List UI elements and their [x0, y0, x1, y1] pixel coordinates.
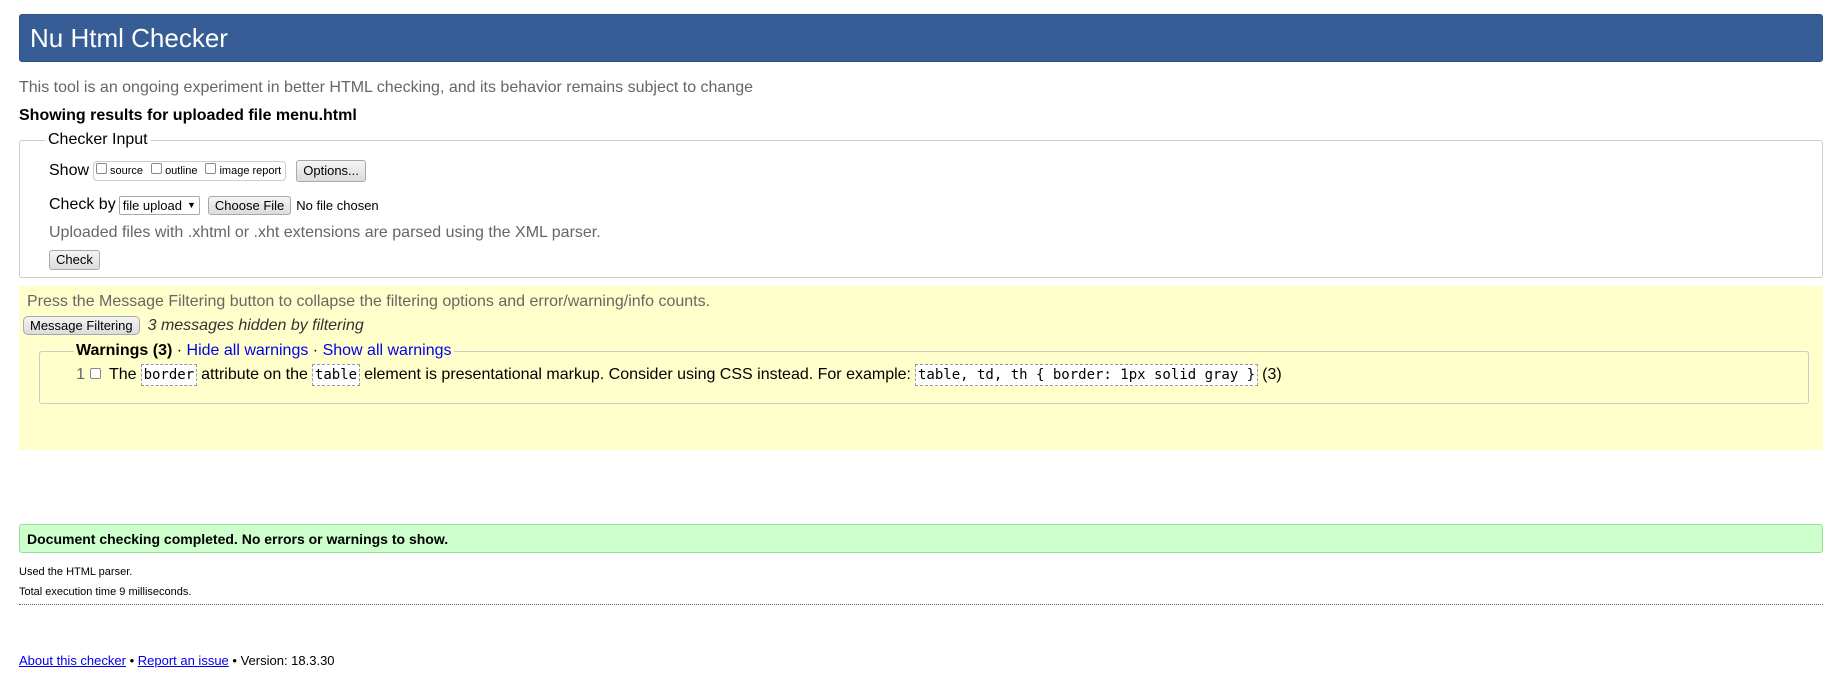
warnings-legend: Warnings (3) · Hide all warnings · Show … — [74, 342, 454, 360]
message-filtering-button[interactable]: Message Filtering — [23, 316, 140, 335]
success-message: Document checking completed. No errors o… — [19, 524, 1823, 553]
warning-code-table: table — [311, 364, 361, 386]
warning-number: 1 — [76, 366, 85, 383]
legend-separator: · — [308, 342, 323, 359]
checker-input-fieldset: Checker Input Show source outline image … — [19, 131, 1823, 278]
showing-results-text: Showing results for uploaded file menu.h… — [19, 107, 357, 124]
intro-text: This tool is an ongoing experiment in be… — [19, 79, 754, 96]
check-button-row: Check — [49, 250, 1794, 270]
warning-checkbox[interactable] — [90, 367, 101, 379]
show-image-report-checkbox[interactable] — [205, 162, 217, 174]
checker-input-legend: Checker Input — [48, 131, 148, 148]
page-title: Nu Html Checker — [30, 22, 228, 53]
show-all-warnings-link[interactable]: Show all warnings — [323, 342, 452, 359]
warning-text-part: element is presentational markup. Consid… — [364, 366, 911, 383]
warning-count: (3) — [1262, 366, 1282, 383]
warnings-fieldset: Warnings (3) · Hide all warnings · Show … — [39, 342, 1809, 404]
execution-stats: Used the HTML parser. Total execution ti… — [19, 562, 191, 602]
show-outline-checkbox[interactable] — [151, 162, 163, 174]
options-button[interactable]: Options... — [296, 160, 366, 182]
chevron-down-icon: ▼ — [186, 200, 196, 210]
show-source-checkbox[interactable] — [96, 162, 108, 174]
show-outline-option[interactable]: outline — [151, 162, 198, 177]
warning-item: 1 The border attribute on the table elem… — [65, 364, 1798, 386]
show-image-report-label: image report — [219, 165, 282, 177]
show-row: Show source outline image report Options… — [49, 159, 1794, 183]
filtering-row: Message Filtering 3 messages hidden by f… — [23, 316, 1803, 335]
warnings-title: Warnings (3) — [76, 342, 173, 359]
show-outline-label: outline — [165, 165, 198, 177]
show-source-label: source — [110, 165, 144, 177]
header-banner: Nu Html Checker — [19, 14, 1823, 62]
parser-info: Used the HTML parser. — [19, 566, 133, 578]
check-by-row: Check by file upload ▼ Choose File No fi… — [49, 194, 1794, 216]
warning-text-part: attribute on the — [201, 366, 308, 383]
page: Nu Html Checker This tool is an ongoing … — [19, 14, 1823, 450]
filtering-instructions: Press the Message Filtering button to co… — [27, 293, 711, 310]
xml-parser-hint: Uploaded files with .xhtml or .xht exten… — [49, 224, 601, 241]
hidden-messages-count: 3 messages hidden by filtering — [147, 316, 364, 334]
check-by-selected-value: file upload — [122, 197, 182, 213]
legend-separator: · — [172, 342, 187, 359]
footer-bullet: • — [125, 653, 138, 668]
choose-file-button[interactable]: Choose File — [207, 195, 292, 215]
report-issue-link[interactable]: Report an issue — [138, 653, 229, 668]
message-filtering-panel: Press the Message Filtering button to co… — [19, 286, 1823, 450]
show-options-group: source outline image report — [93, 161, 287, 181]
show-source-option[interactable]: source — [96, 162, 144, 177]
check-by-select[interactable]: file upload ▼ — [118, 195, 200, 215]
footer: About this checker • Report an issue • V… — [19, 653, 335, 668]
warning-code-border: border — [140, 364, 198, 386]
check-by-label: Check by — [49, 196, 116, 213]
version-text: Version: 18.3.30 — [240, 653, 335, 668]
about-checker-link[interactable]: About this checker — [19, 653, 126, 668]
show-label: Show — [49, 162, 90, 179]
warning-code-example: table, td, th { border: 1px solid gray } — [915, 364, 1259, 386]
footer-bullet: • — [228, 653, 241, 668]
no-file-chosen-text: No file chosen — [296, 197, 379, 213]
divider — [19, 604, 1823, 605]
check-button[interactable]: Check — [49, 250, 100, 270]
show-image-report-option[interactable]: image report — [205, 162, 282, 177]
hide-all-warnings-link[interactable]: Hide all warnings — [187, 342, 309, 359]
warning-text-part: The — [109, 366, 137, 383]
execution-time: Total execution time 9 milliseconds. — [19, 586, 192, 598]
